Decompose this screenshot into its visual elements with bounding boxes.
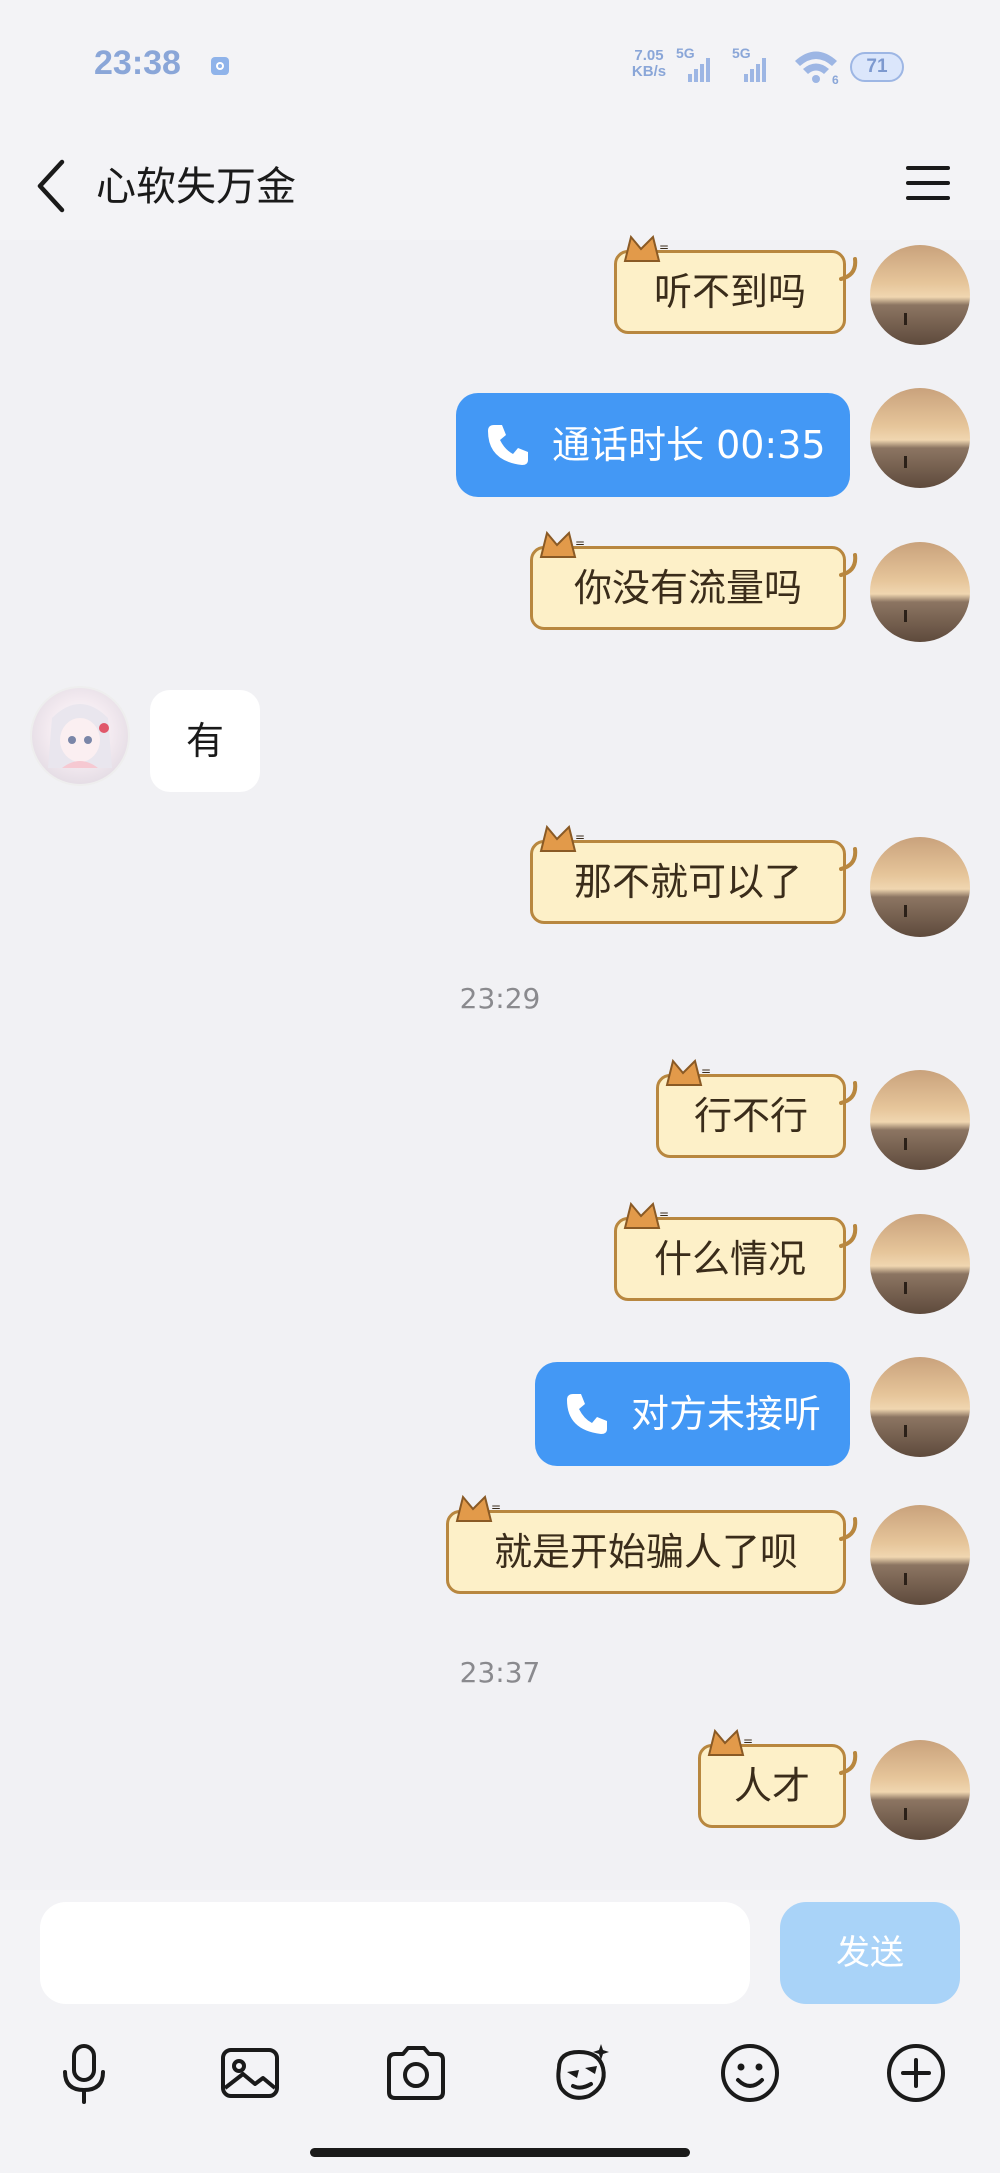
call-record-bubble[interactable]: 对方未接听 — [535, 1362, 850, 1466]
cat-ears-decoration: = — [623, 234, 669, 262]
message-bubble[interactable]: 有 — [150, 690, 260, 792]
message-bubble[interactable]: = 什么情况 — [614, 1201, 858, 1301]
cat-tail-decoration — [839, 1081, 858, 1105]
cat-tail-decoration — [839, 1224, 858, 1248]
avatar[interactable] — [870, 542, 970, 642]
message-text: 听不到吗 — [653, 270, 806, 314]
chat-header: 心软失万金 — [0, 130, 1000, 240]
call-record-bubble[interactable]: 通话时长 00:35 — [456, 393, 850, 497]
camera-notification-icon — [210, 56, 230, 80]
svg-text:=: = — [575, 536, 585, 550]
cat-tail-decoration — [839, 553, 858, 577]
message-text: 有 — [185, 719, 224, 763]
composer-toolbar — [0, 2040, 1000, 2110]
cat-ears-decoration: = — [539, 824, 585, 852]
call-text: 通话时长 00:35 — [552, 423, 826, 467]
composer: 发送 — [0, 1890, 1000, 2173]
svg-text:=: = — [575, 830, 585, 844]
signal-2-icon: 5G — [732, 45, 766, 82]
message-input[interactable] — [40, 1902, 750, 2004]
timestamp: 23:37 — [459, 1656, 541, 1689]
timestamp: 23:29 — [459, 982, 541, 1015]
avatar[interactable] — [870, 1740, 970, 1840]
avatar[interactable] — [870, 1070, 970, 1170]
plus-icon[interactable] — [883, 2040, 949, 2106]
message-text: 什么情况 — [653, 1237, 806, 1281]
cat-ears-decoration: = — [539, 530, 585, 558]
back-arrow-icon[interactable] — [34, 158, 70, 218]
battery-indicator: 71 — [850, 52, 904, 82]
emoji-icon[interactable] — [717, 2040, 783, 2106]
net-speed-unit: KB/s — [631, 63, 667, 80]
signal-1-label: 5G — [676, 45, 695, 61]
send-button[interactable]: 发送 — [780, 1902, 960, 2004]
phone-icon — [567, 1394, 607, 1434]
cat-tail-decoration — [839, 847, 858, 871]
svg-text:=: = — [491, 1500, 501, 1514]
image-icon[interactable] — [217, 2040, 283, 2106]
message-bubble[interactable]: = 那不就可以了 — [530, 824, 858, 924]
cat-ears-decoration: = — [623, 1201, 669, 1229]
signal-1-icon: 5G — [676, 45, 710, 82]
svg-text:=: = — [659, 240, 669, 254]
message-bubble[interactable]: = 就是开始骗人了呗 — [446, 1494, 858, 1594]
cat-tail-decoration — [839, 257, 858, 281]
camera-icon[interactable] — [383, 2040, 449, 2106]
svg-text:=: = — [659, 1207, 669, 1221]
avatar[interactable] — [870, 388, 970, 488]
chat-title: 心软失万金 — [96, 164, 296, 210]
net-speed-value: 7.05 — [634, 47, 664, 64]
signal-2-label: 5G — [732, 45, 751, 61]
microphone-icon[interactable] — [51, 2040, 117, 2106]
cat-ears-decoration: = — [665, 1058, 711, 1086]
message-bubble[interactable]: = 人才 — [698, 1728, 858, 1828]
menu-icon[interactable] — [904, 163, 952, 207]
avatar[interactable] — [870, 837, 970, 937]
message-text: 就是开始骗人了呗 — [493, 1530, 798, 1574]
avatar[interactable] — [870, 1214, 970, 1314]
svg-text:=: = — [743, 1734, 753, 1748]
wifi-icon: 6 — [795, 51, 839, 86]
net-speed: 7.05 KB/s — [628, 48, 670, 80]
message-bubble[interactable]: = 听不到吗 — [614, 234, 858, 334]
message-text: 你没有流量吗 — [573, 566, 802, 610]
cat-tail-decoration — [839, 1751, 858, 1775]
cat-tail-decoration — [839, 1517, 858, 1541]
message-text: 人才 — [733, 1764, 810, 1808]
cat-ears-decoration: = — [455, 1494, 501, 1522]
message-bubble[interactable]: = 你没有流量吗 — [530, 530, 858, 630]
call-text: 对方未接听 — [631, 1392, 822, 1436]
sticker-icon[interactable] — [549, 2040, 615, 2106]
message-bubble[interactable]: = 行不行 — [656, 1058, 858, 1158]
wifi-badge: 6 — [832, 73, 839, 86]
cat-ears-decoration: = — [707, 1728, 753, 1756]
avatar[interactable] — [870, 1505, 970, 1605]
avatar[interactable] — [30, 686, 130, 786]
home-indicator[interactable] — [310, 2148, 690, 2157]
status-bar: 23:38 7.05 KB/s 5G 5G 6 71 — [0, 0, 1000, 130]
message-list[interactable]: = 听不到吗 通话时长 00:35 = 你没有流量吗 有 = 那不就可以了 23 — [0, 234, 1000, 1890]
phone-icon — [488, 425, 528, 465]
status-time: 23:38 — [94, 44, 181, 82]
anime-avatar-icon — [48, 704, 112, 768]
message-text: 那不就可以了 — [573, 860, 802, 904]
avatar[interactable] — [870, 245, 970, 345]
message-text: 行不行 — [693, 1094, 808, 1138]
avatar[interactable] — [870, 1357, 970, 1457]
svg-text:=: = — [701, 1064, 711, 1078]
